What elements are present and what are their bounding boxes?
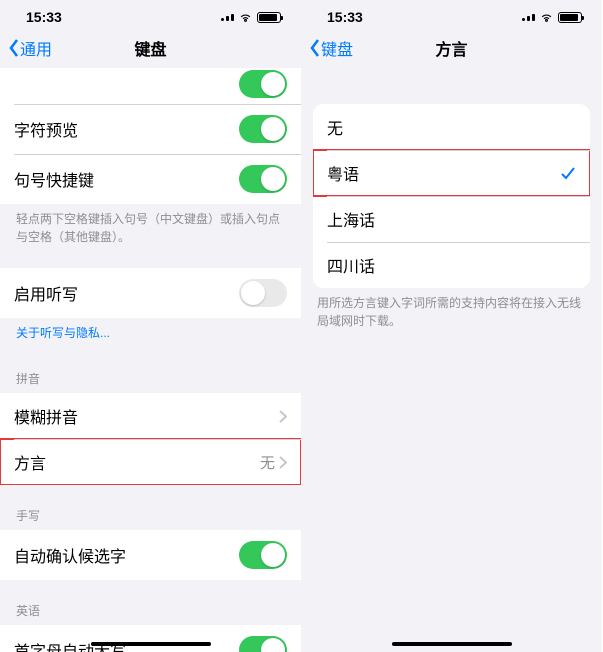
option-none[interactable]: 无 <box>313 104 590 150</box>
row-detail: 无 <box>260 452 287 473</box>
row-label: 自动确认候选字 <box>14 543 126 567</box>
status-time: 15:33 <box>26 9 62 25</box>
status-time: 15:33 <box>327 9 363 25</box>
period-shortcut-row[interactable]: 句号快捷键 <box>0 154 301 204</box>
detail-text: 无 <box>260 452 275 473</box>
fuzzy-pinyin-row[interactable]: 模糊拼音 <box>0 393 301 439</box>
option-label: 粤语 <box>327 161 359 185</box>
home-indicator[interactable] <box>91 642 211 646</box>
group-header: 英语 <box>0 596 301 625</box>
row-label: 句号快捷键 <box>14 167 94 191</box>
disclosure <box>279 410 287 423</box>
back-button[interactable]: 通用 <box>0 36 52 60</box>
pinyin-list: 模糊拼音 方言 无 <box>0 393 301 485</box>
row-label: 方言 <box>14 450 46 474</box>
wifi-icon <box>539 10 554 25</box>
home-indicator[interactable] <box>392 642 512 646</box>
status-bar: 15:33 <box>301 6 602 28</box>
status-bar: 15:33 <box>0 6 301 28</box>
option-cantonese[interactable]: 粤语 <box>313 150 590 196</box>
toggle-switch[interactable] <box>239 165 287 193</box>
toggle-switch[interactable] <box>239 636 287 652</box>
back-label: 键盘 <box>321 36 353 60</box>
auto-cap-row[interactable]: 首字母自动大写 <box>0 625 301 652</box>
screen-keyboard-settings: 15:33 通用 键盘 字符预览 句号 <box>0 0 301 652</box>
option-sichuanese[interactable]: 四川话 <box>313 242 590 288</box>
nav-bar: 通用 键盘 <box>0 28 301 68</box>
back-button[interactable]: 键盘 <box>301 36 353 60</box>
status-icons <box>221 10 281 25</box>
battery-icon <box>257 12 281 23</box>
dictation-list: 启用听写 <box>0 268 301 318</box>
row-label: 模糊拼音 <box>14 404 78 428</box>
cellular-icon <box>221 14 234 21</box>
group-header: 手写 <box>0 501 301 530</box>
toggle-switch[interactable] <box>239 115 287 143</box>
toggle-switch[interactable] <box>239 70 287 98</box>
row-label: 字符预览 <box>14 117 78 141</box>
option-label: 无 <box>327 115 343 139</box>
option-shanghainese[interactable]: 上海话 <box>313 196 590 242</box>
option-label: 上海话 <box>327 207 375 231</box>
chevron-right-icon <box>279 456 287 469</box>
cellular-icon <box>522 14 535 21</box>
wifi-icon <box>238 10 253 25</box>
back-label: 通用 <box>20 36 52 60</box>
dialect-row[interactable]: 方言 无 <box>0 439 301 485</box>
dictation-privacy-link[interactable]: 关于听写与隐私... <box>0 318 301 348</box>
nav-bar: 键盘 方言 <box>301 28 602 68</box>
checkmark-icon <box>560 165 576 181</box>
dictation-row[interactable]: 启用听写 <box>0 268 301 318</box>
status-icons <box>522 10 582 25</box>
toggle-switch[interactable] <box>239 541 287 569</box>
partial-row[interactable] <box>0 68 301 104</box>
char-preview-row[interactable]: 字符预览 <box>0 104 301 154</box>
dialect-options-list: 无 粤语 上海话 四川话 <box>313 104 590 288</box>
chevron-right-icon <box>279 410 287 423</box>
chevron-left-icon <box>8 38 20 58</box>
group-header: 拼音 <box>0 364 301 393</box>
handwriting-list: 自动确认候选字 <box>0 530 301 580</box>
chevron-left-icon <box>309 38 321 58</box>
screen-dialect-settings: 15:33 键盘 方言 无 粤语 上海话 <box>301 0 602 652</box>
top-toggle-list: 字符预览 句号快捷键 <box>0 68 301 204</box>
battery-icon <box>558 12 582 23</box>
toggle-switch[interactable] <box>239 279 287 307</box>
option-label: 四川话 <box>327 253 375 277</box>
english-list: 首字母自动大写 检查拼写 输入预测 滑行键入时逐词删除 <box>0 625 301 652</box>
group-footer: 用所选方言键入字词所需的支持内容将在接入无线局域网时下载。 <box>301 288 602 336</box>
row-label: 启用听写 <box>14 281 78 305</box>
group-footer: 轻点两下空格键插入句号（中文键盘）或插入句点与空格（其他键盘）。 <box>0 204 301 252</box>
auto-confirm-row[interactable]: 自动确认候选字 <box>0 530 301 580</box>
